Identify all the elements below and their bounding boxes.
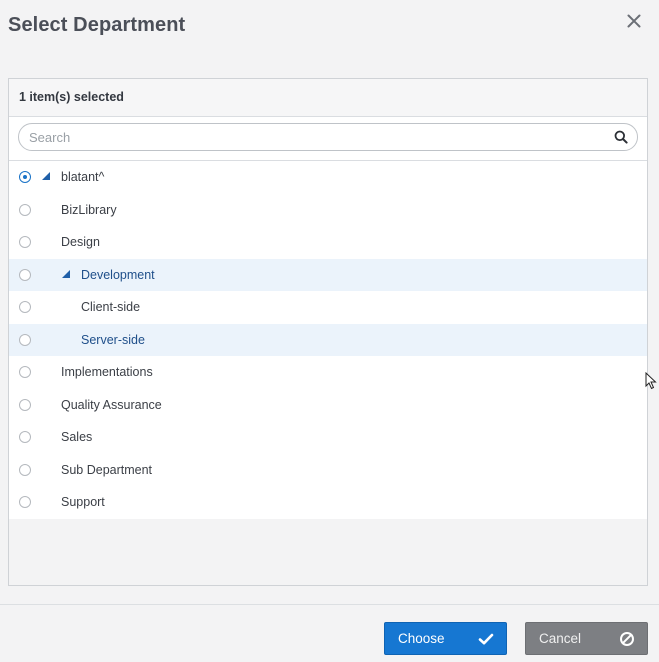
department-picker-panel: 1 item(s) selected blatant^ BizLibrary [8,78,648,586]
tree-item-label: Quality Assurance [61,397,162,412]
close-button[interactable] [623,10,645,32]
radio-button[interactable] [19,236,31,249]
tree-item-support[interactable]: Support [9,486,647,519]
search-input[interactable] [29,129,599,146]
close-icon [627,14,641,28]
tree-item-label: Implementations [61,365,153,380]
tree-item-label: blatant^ [61,170,105,185]
radio-button[interactable] [19,333,31,346]
radio-button[interactable] [19,496,31,509]
radio-button[interactable] [19,398,31,411]
selection-summary: 1 item(s) selected [9,79,647,117]
tree-item-quality-assurance[interactable]: Quality Assurance [9,389,647,422]
cancel-button[interactable]: Cancel [525,622,648,655]
expand-triangle-icon[interactable] [62,269,70,278]
expand-triangle-icon[interactable] [42,172,50,181]
tree-item-label: BizLibrary [61,202,117,217]
tree-item-server-side[interactable]: Server-side [9,323,647,356]
search-field[interactable] [18,123,638,151]
tree-item-bizlibrary[interactable]: BizLibrary [9,194,647,227]
dialog-footer: Choose Cancel [0,604,659,662]
dialog-title: Select Department [8,14,186,36]
radio-button[interactable] [19,268,31,281]
tree-item-label: Support [61,495,105,510]
radio-button[interactable] [19,431,31,444]
checkmark-icon [478,633,494,645]
search-icon[interactable] [614,130,628,144]
tree-item-label: Sales [61,430,93,445]
tree-item-sales[interactable]: Sales [9,421,647,454]
tree-item-development[interactable]: Development [9,258,647,291]
cancel-button-label: Cancel [539,631,582,646]
cancel-circle-icon [620,632,634,646]
select-department-dialog: Select Department 1 item(s) selected bla… [0,0,659,662]
radio-button[interactable] [19,366,31,379]
radio-button[interactable] [19,463,31,476]
tree-item-client-side[interactable]: Client-side [9,291,647,324]
search-bar [9,117,647,161]
tree-item-design[interactable]: Design [9,226,647,259]
choose-button-label: Choose [398,631,445,646]
radio-button[interactable] [19,203,31,216]
department-tree: blatant^ BizLibrary Design Development C… [9,161,647,519]
radio-button[interactable] [19,301,31,314]
tree-item-label: Client-side [81,300,141,315]
choose-button[interactable]: Choose [384,622,507,655]
tree-item-label: Sub Department [61,462,153,477]
tree-item-sub-department[interactable]: Sub Department [9,454,647,487]
tree-item-blatant[interactable]: blatant^ [9,161,647,194]
tree-item-implementations[interactable]: Implementations [9,356,647,389]
mouse-cursor-icon [645,372,657,390]
tree-item-label: Server-side [81,332,145,347]
tree-item-label: Development [81,267,155,282]
tree-item-label: Design [61,235,100,250]
radio-button-selected[interactable] [19,171,31,184]
